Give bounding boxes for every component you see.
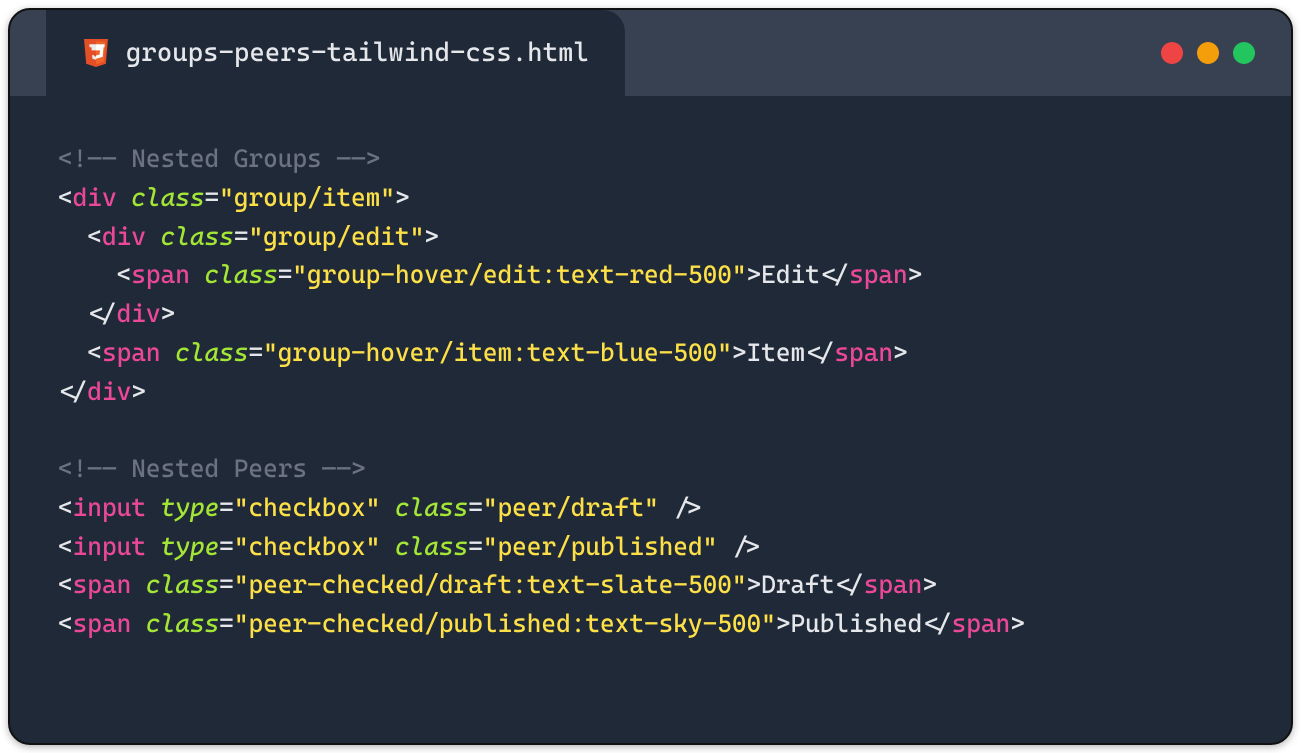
window-controls <box>1161 42 1255 64</box>
maximize-icon[interactable] <box>1233 42 1255 64</box>
tab-title: groups-peers-tailwind-css.html <box>126 38 589 68</box>
titlebar: groups-peers-tailwind-css.html <box>10 10 1291 96</box>
code-comment: <!—— Nested Groups ——> <box>58 144 380 173</box>
html5-icon <box>82 37 110 69</box>
editor-window: groups-peers-tailwind-css.html <!—— Nest… <box>8 8 1293 745</box>
close-icon[interactable] <box>1161 42 1183 64</box>
file-tab[interactable]: groups-peers-tailwind-css.html <box>46 10 625 96</box>
minimize-icon[interactable] <box>1197 42 1219 64</box>
code-area: <!—— Nested Groups ——> <div class="group… <box>10 96 1291 743</box>
code-comment: <!—— Nested Peers ——> <box>58 454 366 483</box>
